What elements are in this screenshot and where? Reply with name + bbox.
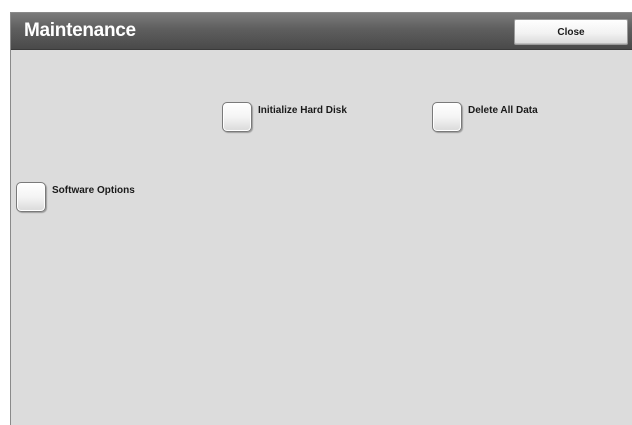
maintenance-screen: Maintenance Close [10, 12, 632, 425]
initialize-hard-disk-option[interactable]: Initialize Hard Disk [222, 102, 347, 132]
initialize-hard-disk-label: Initialize Hard Disk [258, 104, 347, 116]
delete-all-data-checkbox[interactable] [432, 102, 462, 132]
software-options-checkbox[interactable] [16, 182, 46, 212]
delete-all-data-label: Delete All Data [468, 104, 538, 116]
page-title: Maintenance [24, 20, 136, 41]
initialize-hard-disk-checkbox[interactable] [222, 102, 252, 132]
delete-all-data-option[interactable]: Delete All Data [432, 102, 538, 132]
close-button[interactable]: Close [514, 19, 628, 45]
title-bar: Maintenance Close [11, 13, 632, 50]
software-options-option[interactable]: Software Options [16, 182, 135, 212]
software-options-label: Software Options [52, 184, 135, 196]
